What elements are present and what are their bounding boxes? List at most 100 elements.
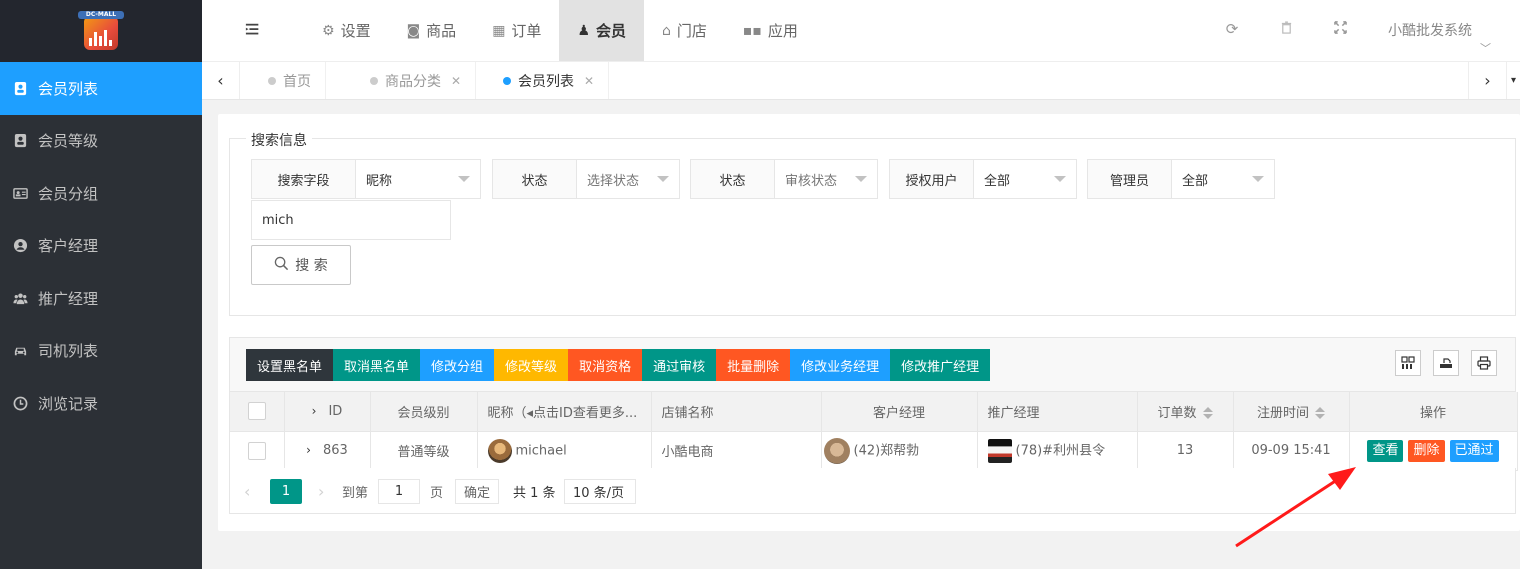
view-button[interactable]: 查看	[1367, 439, 1404, 462]
close-icon[interactable]: ✕	[451, 74, 461, 88]
modify-group-button[interactable]: 修改分组	[420, 349, 495, 381]
keyword-input[interactable]	[251, 200, 451, 240]
sidebar-item-member-list[interactable]: 会员列表	[0, 62, 202, 115]
chevron-right-icon[interactable]: ›	[1468, 62, 1506, 99]
auth-user-group: 授权用户 全部	[889, 159, 1077, 199]
chevron-right-icon[interactable]: ›	[318, 479, 324, 504]
row-select-cell	[230, 431, 285, 471]
sidebar-item-label: 客户经理	[38, 237, 99, 256]
row-shop: 小酷电商	[651, 431, 822, 471]
goto-input[interactable]: 1	[378, 479, 420, 504]
status-placeholder: 选择状态	[587, 173, 640, 189]
refresh-icon[interactable]: ⟳	[1222, 20, 1242, 40]
search-button-label: 搜 索	[295, 258, 328, 274]
cancel-qualification-button[interactable]: 取消资格	[568, 349, 643, 381]
caret-down-icon	[657, 176, 669, 182]
clock-icon	[12, 395, 28, 411]
sidebar-item-browse-history[interactable]: 浏览记录	[0, 377, 202, 430]
avatar	[823, 437, 850, 464]
tab-goods-category[interactable]: 商品分类 ✕	[342, 62, 477, 99]
sort-icon[interactable]	[1315, 407, 1325, 420]
chevron-down-icon[interactable]: ▾	[1506, 62, 1520, 99]
system-name[interactable]: 小酷批发系统	[1388, 20, 1472, 40]
member-group-icon	[12, 185, 28, 201]
topnav-apps[interactable]: ▪▪ 应用	[725, 0, 816, 61]
chevron-right-icon[interactable]: ›	[306, 443, 311, 457]
col-id[interactable]: › ID	[284, 392, 371, 432]
sidebar-item-member-group[interactable]: 会员分组	[0, 167, 202, 220]
col-reg-time[interactable]: 注册时间	[1233, 392, 1350, 432]
topnav-stores[interactable]: ⌂ 门店	[644, 0, 725, 61]
print-icon[interactable]	[1471, 350, 1497, 376]
chevron-right-icon: ›	[311, 403, 317, 418]
sort-icon[interactable]	[1202, 407, 1213, 420]
delete-button[interactable]: 删除	[1408, 439, 1445, 462]
tab-member-list[interactable]: 会员列表 ✕	[475, 62, 610, 99]
row-level: 普通等级	[370, 431, 478, 471]
col-orders[interactable]: 订单数	[1137, 392, 1234, 432]
topnav-members[interactable]: ♟ 会员	[559, 0, 645, 61]
sidebar-item-member-level[interactable]: 会员等级	[0, 115, 202, 168]
chevron-left-icon[interactable]: ‹	[202, 62, 240, 99]
search-icon	[274, 256, 289, 275]
close-icon[interactable]: ✕	[584, 74, 594, 88]
columns-icon[interactable]	[1395, 350, 1421, 376]
admin-select[interactable]: 全部	[1172, 160, 1274, 198]
row-id-cell[interactable]: › 863	[284, 431, 371, 471]
admin-group: 管理员 全部	[1087, 159, 1275, 199]
sidebar-item-customer-manager[interactable]: 客户经理	[0, 220, 202, 273]
approve-button[interactable]: 通过审核	[642, 349, 717, 381]
tab-dot	[370, 76, 378, 85]
modify-sales-manager-button[interactable]: 修改业务经理	[790, 349, 891, 381]
modify-promo-manager-button[interactable]: 修改推广经理	[890, 349, 991, 381]
batch-delete-button[interactable]: 批量删除	[716, 349, 791, 381]
col-reg-time-label: 注册时间	[1256, 405, 1309, 421]
fullscreen-icon[interactable]	[1330, 20, 1350, 40]
search-panel: 搜索信息 搜索字段 昵称 状态 选择状态 状态 审核状态 授权用户 全部 管理员…	[229, 130, 1516, 316]
export-icon[interactable]	[1433, 350, 1459, 376]
page-size-select[interactable]: 10 条/页	[564, 479, 636, 504]
sidebar-item-promo-manager[interactable]: 推广经理	[0, 272, 202, 325]
status-select[interactable]: 选择状态	[577, 160, 679, 198]
select-all-checkbox[interactable]	[247, 402, 266, 421]
row-promo-manager-cell: (78)#利州县令	[977, 431, 1138, 471]
caret-down-icon	[1054, 176, 1066, 182]
chevron-left-icon[interactable]: ‹	[244, 479, 250, 504]
audit-status-placeholder: 审核状态	[785, 173, 838, 189]
chevron-down-icon[interactable]: ﹀	[1480, 40, 1491, 56]
row-nickname-cell: michael	[477, 431, 652, 471]
topnav-settings[interactable]: ⚙ 设置	[304, 0, 389, 61]
row-checkbox[interactable]	[247, 441, 266, 460]
tab-dot	[268, 76, 276, 85]
topnav-goods[interactable]: ◙ 商品	[389, 0, 475, 61]
page-1[interactable]: 1	[270, 479, 302, 504]
approved-button[interactable]: 已通过	[1449, 439, 1499, 462]
caret-down-icon	[855, 176, 867, 182]
car-icon	[12, 343, 28, 359]
topnav-orders[interactable]: ▦ 订单	[474, 0, 559, 61]
dc-mall-logo[interactable]: DC-MALL	[78, 10, 124, 52]
sidebar-item-driver-list[interactable]: 司机列表	[0, 325, 202, 378]
col-orders-label: 订单数	[1157, 405, 1197, 421]
search-button[interactable]: 搜 索	[251, 245, 351, 285]
status-group: 状态 选择状态	[492, 159, 680, 199]
sidebar: DC-MALL 会员列表 会员等级 会员分组 客户经理 推广经理 司机列表 浏览…	[0, 0, 202, 569]
top-nav: ⚙ 设置 ◙ 商品 ▦ 订单 ♟ 会员 ⌂ 门店 ▪▪ 应用	[304, 0, 816, 61]
row-id[interactable]: 863	[323, 443, 348, 458]
auth-user-select[interactable]: 全部	[974, 160, 1076, 198]
total-count: 共 1 条	[513, 486, 556, 501]
sidebar-toggle-icon[interactable]	[244, 22, 264, 40]
goto-confirm-button[interactable]: 确定	[455, 479, 500, 504]
row-reg-time: 09-09 15:41	[1233, 431, 1350, 471]
audit-status-select[interactable]: 审核状态	[775, 160, 877, 198]
table-row: › 863 普通等级 michael 小酷电商 (42)郑帮勃 (78)#利州县令	[230, 431, 1518, 471]
sidebar-item-label: 会员列表	[38, 79, 99, 98]
col-promo-manager: 推广经理	[977, 392, 1138, 432]
set-blacklist-button[interactable]: 设置黑名单	[246, 349, 334, 381]
modify-level-button[interactable]: 修改等级	[494, 349, 569, 381]
search-field-select[interactable]: 昵称	[356, 160, 480, 198]
search-field-label: 搜索字段	[252, 160, 356, 198]
tab-home[interactable]: 首页	[240, 62, 326, 99]
cancel-blacklist-button[interactable]: 取消黑名单	[333, 349, 421, 381]
trash-icon[interactable]	[1276, 20, 1296, 40]
